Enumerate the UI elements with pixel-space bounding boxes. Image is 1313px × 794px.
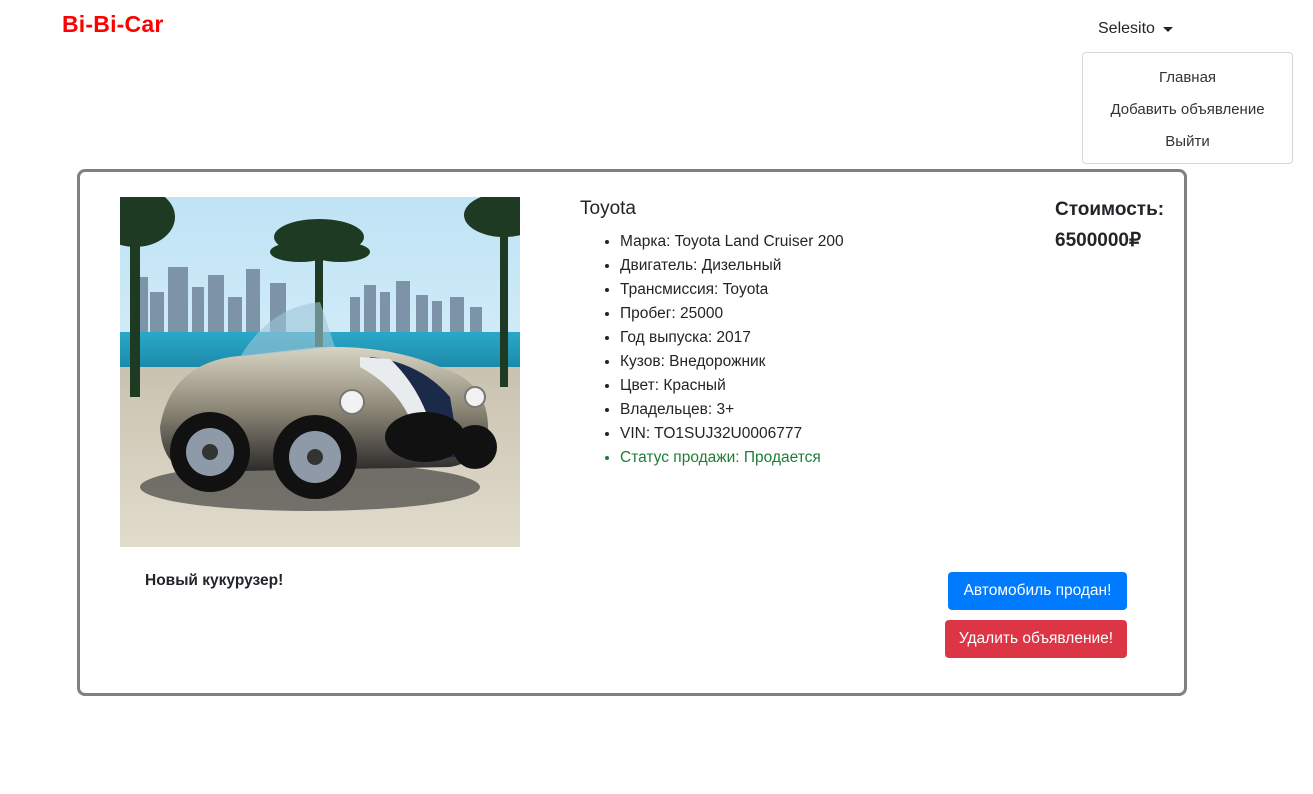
spec-owners: Владельцев: 3+ [620, 398, 844, 422]
spec-year: Год выпуска: 2017 [620, 326, 844, 350]
menu-item-add-listing[interactable]: Добавить объявление [1083, 94, 1292, 126]
spec-transmission: Трансмиссия: Toyota [620, 278, 844, 302]
menu-item-logout[interactable]: Выйти [1083, 126, 1292, 158]
spec-vin: VIN: TO1SUJ32U0006777 [620, 422, 844, 446]
spec-engine: Двигатель: Дизельный [620, 254, 844, 278]
price-value: 6500000₽ [1055, 230, 1142, 251]
brand-logo[interactable]: Bi-Bi-Car [62, 11, 163, 38]
listing-comment: Новый кукурузер! [145, 572, 284, 589]
spec-color: Цвет: Красный [620, 374, 844, 398]
spec-body: Кузов: Внедорожник [620, 350, 844, 374]
spec-list: Марка: Toyota Land Cruiser 200 Двигатель… [580, 230, 844, 470]
delete-listing-button[interactable]: Удалить объявление! [945, 620, 1127, 658]
spec-mileage: Пробег: 25000 [620, 302, 844, 326]
car-photo [120, 197, 520, 547]
price-label: Стоимость: [1055, 199, 1165, 220]
spec-brand: Марка: Toyota Land Cruiser 200 [620, 230, 844, 254]
listing-title: Toyota [580, 198, 636, 219]
mark-sold-button[interactable]: Автомобиль продан! [948, 572, 1127, 610]
user-dropdown-menu: Главная Добавить объявление Выйти [1082, 52, 1293, 164]
sale-status: Статус продажи: Продается [620, 446, 844, 470]
caret-down-icon [1162, 27, 1173, 32]
menu-item-home[interactable]: Главная [1083, 62, 1292, 94]
user-menu-toggle[interactable]: Selesito [1098, 20, 1173, 38]
user-name: Selesito [1098, 20, 1155, 37]
